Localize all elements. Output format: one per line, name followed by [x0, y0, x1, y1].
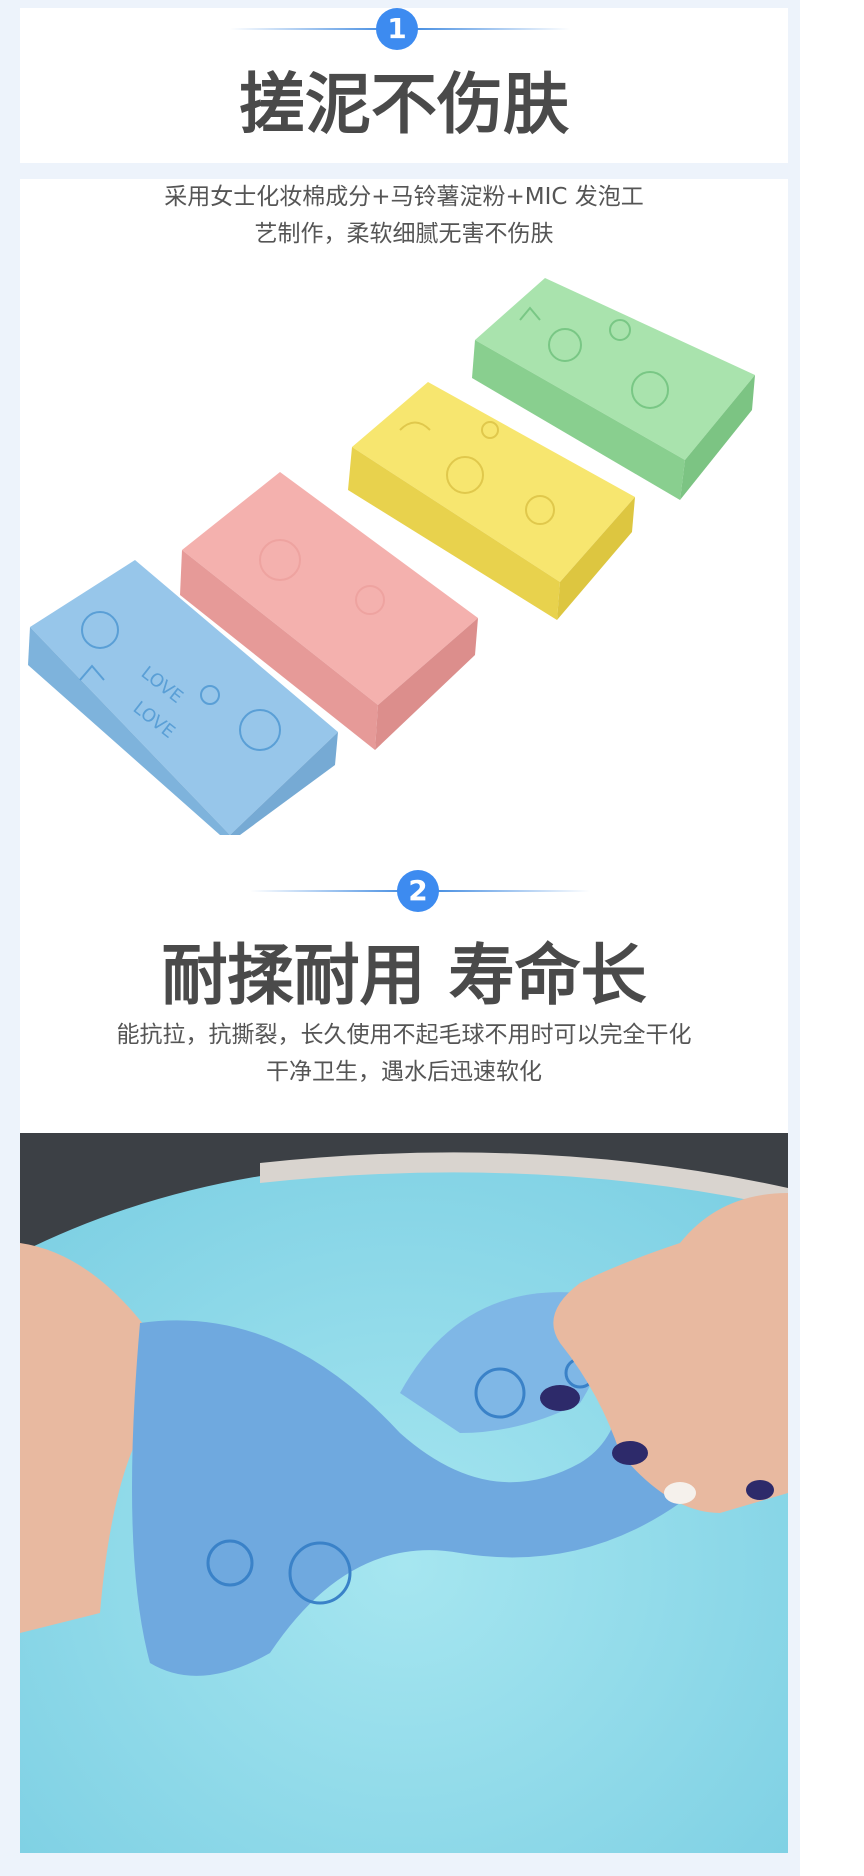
sponge-illustration: LOVE LOVE — [28, 278, 755, 835]
section-title: 耐揉耐用 寿命长 — [161, 937, 647, 1014]
page-frame-right — [788, 0, 800, 1876]
product-photo-hands-stretching — [20, 1133, 788, 1853]
description-line: 采用女士化妆棉成分+马铃薯淀粉+MIC 发泡工 — [164, 184, 644, 210]
photo-illustration — [20, 1133, 788, 1853]
page-frame-left — [0, 0, 20, 1876]
description-line: 干净卫生，遇水后迅速软化 — [266, 1059, 542, 1085]
description-line: 能抗拉，抗撕裂，长久使用不起毛球不用时可以完全干化 — [116, 1022, 692, 1048]
section-2-header: 2 耐揉耐用 寿命长 能抗拉，抗撕裂，长久使用不起毛球不用时可以完全干化 干净卫… — [20, 835, 788, 1133]
section-2-badge-row: 2 — [20, 870, 788, 912]
description-line: 艺制作，柔软细腻无害不伤肤 — [254, 221, 554, 247]
page-frame-bottom — [0, 1853, 800, 1876]
step-badge: 2 — [397, 870, 439, 912]
section-divider-1 — [0, 163, 800, 179]
section-title: 搓泥不伤肤 — [239, 66, 569, 143]
section-description: 采用女士化妆棉成分+马铃薯淀粉+MIC 发泡工 艺制作，柔软细腻无害不伤肤 — [20, 179, 788, 253]
section-description: 能抗拉，抗撕裂，长久使用不起毛球不用时可以完全干化 干净卫生，遇水后迅速软化 — [20, 1017, 788, 1091]
section-1-badge-row: 1 — [20, 8, 788, 50]
page-frame-top — [0, 0, 800, 8]
step-badge: 1 — [376, 8, 418, 50]
section-1-header: 1 搓泥不伤肤 — [20, 8, 788, 163]
section-1-body: 采用女士化妆棉成分+马铃薯淀粉+MIC 发泡工 艺制作，柔软细腻无害不伤肤 — [20, 179, 788, 261]
product-image-sponges: LOVE LOVE — [20, 260, 788, 835]
